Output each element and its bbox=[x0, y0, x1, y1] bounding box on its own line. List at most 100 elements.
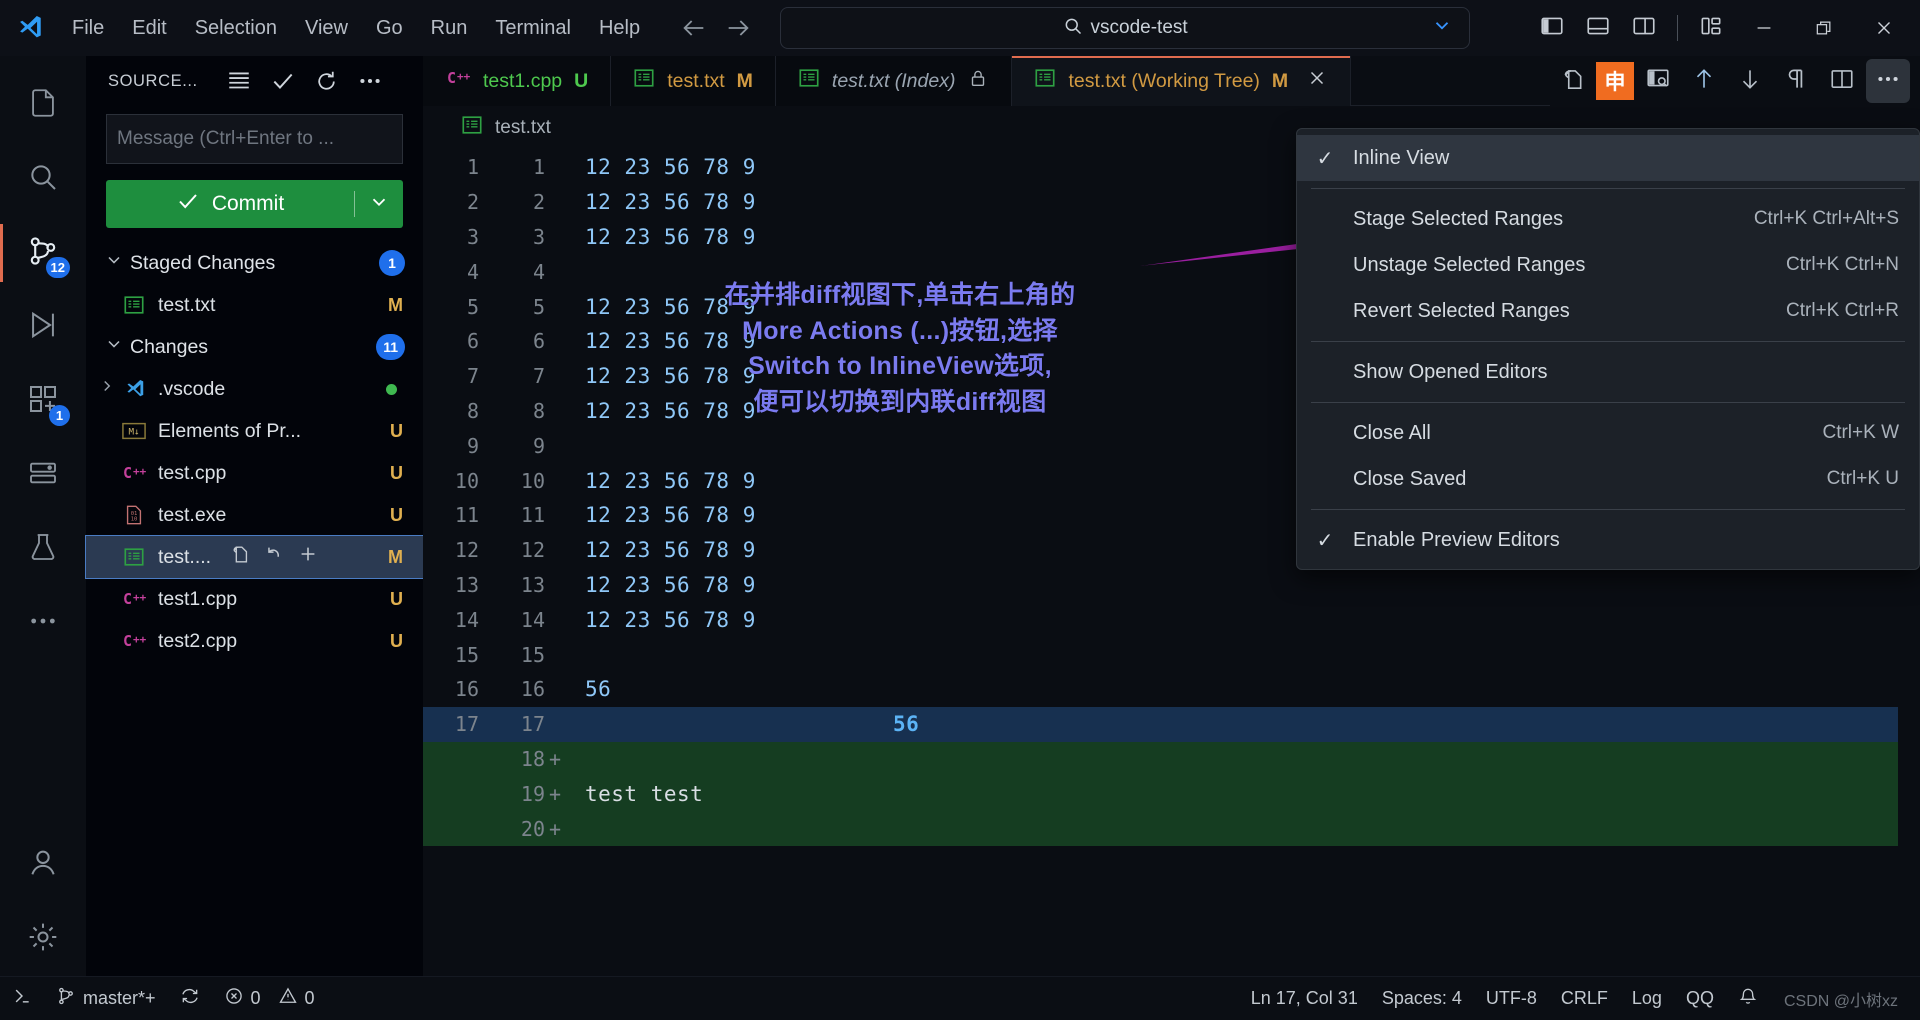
encoding-setting[interactable]: UTF-8 bbox=[1474, 988, 1549, 1009]
diff-line[interactable]: 17 17 56 bbox=[423, 706, 1920, 742]
ellipsis-icon[interactable] bbox=[357, 68, 383, 94]
menu-selection[interactable]: Selection bbox=[181, 11, 291, 46]
split-editor-button[interactable] bbox=[1820, 59, 1864, 103]
commit-button[interactable]: Commit bbox=[106, 180, 403, 228]
text-file-icon bbox=[1034, 67, 1056, 95]
lock-icon[interactable] bbox=[967, 67, 989, 95]
remote-indicator[interactable] bbox=[0, 986, 44, 1011]
menu-item[interactable]: Unstage Selected Ranges Ctrl+K Ctrl+N bbox=[1297, 242, 1919, 288]
status-bar: master*+ 0 0 Ln 17, Col 31 Spaces: 4 UTF… bbox=[0, 976, 1920, 1020]
list-flat-icon[interactable] bbox=[226, 68, 252, 94]
menu-run[interactable]: Run bbox=[417, 11, 482, 46]
menu-item[interactable]: Revert Selected Ranges Ctrl+K Ctrl+R bbox=[1297, 288, 1919, 334]
menu-item[interactable]: ✓ Enable Preview Editors bbox=[1297, 517, 1919, 563]
next-change-button[interactable] bbox=[1728, 59, 1772, 103]
quick-input-search[interactable]: vscode-test bbox=[780, 7, 1471, 49]
menu-file[interactable]: File bbox=[58, 11, 118, 46]
menu-view[interactable]: View bbox=[291, 11, 362, 46]
sidebar-item-more-views[interactable] bbox=[0, 586, 86, 660]
sidebar-item-remote-explorer[interactable] bbox=[0, 438, 86, 512]
list-item[interactable]: 01 10 test.exe U bbox=[86, 494, 423, 536]
more-actions-button[interactable] bbox=[1866, 59, 1910, 103]
sidebar-item-explorer[interactable] bbox=[0, 68, 86, 142]
notifications-button[interactable] bbox=[1726, 986, 1770, 1011]
cursor-position[interactable]: Ln 17, Col 31 bbox=[1239, 988, 1370, 1009]
tab-test1-cpp[interactable]: C ++ test1.cpp U bbox=[423, 56, 612, 106]
refresh-icon[interactable] bbox=[314, 69, 339, 94]
chevron-down-icon[interactable] bbox=[1431, 15, 1453, 42]
close-icon[interactable] bbox=[1306, 67, 1328, 95]
tab-test-txt-index[interactable]: test.txt (Index) bbox=[775, 56, 1013, 106]
accounts-button[interactable] bbox=[0, 828, 86, 902]
open-changes-button[interactable] bbox=[1550, 59, 1594, 103]
sidebar-item-source-control[interactable]: 12 bbox=[0, 216, 86, 290]
menu-item[interactable]: Close Saved Ctrl+K U bbox=[1297, 456, 1919, 502]
toggle-panel-button[interactable] bbox=[1575, 5, 1621, 51]
menu-item-label: Inline View bbox=[1353, 146, 1450, 169]
tab-test-txt[interactable]: test.txt M bbox=[611, 56, 776, 106]
manage-settings-button[interactable] bbox=[0, 902, 86, 976]
commit-message-input[interactable]: Message (Ctrl+Enter to ... bbox=[106, 114, 403, 164]
sidebar-item-test-explorer[interactable] bbox=[0, 512, 86, 586]
menu-help[interactable]: Help bbox=[585, 11, 654, 46]
list-item[interactable]: C ++ test2.cpp U bbox=[86, 620, 423, 662]
problems-indicator[interactable]: 0 0 bbox=[212, 986, 327, 1011]
arrow-left-icon[interactable] bbox=[680, 14, 708, 42]
ime-indicator[interactable]: 申 bbox=[1596, 62, 1634, 100]
line-number-modified: 8 bbox=[532, 398, 545, 423]
previous-change-button[interactable] bbox=[1682, 59, 1726, 103]
arrow-right-icon[interactable] bbox=[724, 14, 752, 42]
diff-line[interactable]: 16 16 56 bbox=[423, 672, 1920, 707]
language-mode[interactable]: Log bbox=[1620, 988, 1674, 1009]
sidebar-item-extensions[interactable]: 1 bbox=[0, 364, 86, 438]
diff-marker: + bbox=[549, 746, 562, 771]
diff-line[interactable]: 15 15 bbox=[423, 637, 1920, 672]
qq-status[interactable]: QQ bbox=[1674, 988, 1726, 1009]
sidebar-item-search[interactable] bbox=[0, 142, 86, 216]
diff-line[interactable]: 14 14 12 23 56 78 9 bbox=[423, 602, 1920, 637]
text-file-icon bbox=[633, 67, 655, 95]
open-file-icon[interactable] bbox=[229, 543, 251, 571]
restore-button[interactable] bbox=[1794, 0, 1854, 56]
list-item[interactable]: test.... M bbox=[85, 535, 424, 579]
close-button[interactable] bbox=[1854, 0, 1914, 56]
check-icon[interactable] bbox=[270, 68, 296, 94]
sidebar-item-run-and-debug[interactable] bbox=[0, 290, 86, 364]
list-item[interactable]: M↓ Elements of Pr... U bbox=[86, 410, 423, 452]
menu-terminal[interactable]: Terminal bbox=[481, 11, 585, 46]
eol-setting[interactable]: CRLF bbox=[1549, 988, 1620, 1009]
minimize-button[interactable] bbox=[1734, 0, 1794, 56]
menu-item[interactable]: Close All Ctrl+K W bbox=[1297, 410, 1919, 456]
sync-changes-button[interactable] bbox=[168, 986, 212, 1011]
indentation-setting[interactable]: Spaces: 4 bbox=[1370, 988, 1474, 1009]
commit-dropdown-button[interactable] bbox=[355, 180, 403, 228]
discard-icon[interactable] bbox=[263, 543, 285, 571]
menu-item-label: Show Opened Editors bbox=[1353, 360, 1548, 383]
menu-item[interactable]: Stage Selected Ranges Ctrl+K Ctrl+Alt+S bbox=[1297, 196, 1919, 242]
tab-test-txt-working-tree[interactable]: test.txt (Working Tree) M bbox=[1012, 56, 1352, 106]
toggle-whitespace-button[interactable] bbox=[1774, 59, 1818, 103]
menu-edit[interactable]: Edit bbox=[118, 11, 180, 46]
menu-item[interactable]: Show Opened Editors bbox=[1297, 349, 1919, 395]
branch-indicator[interactable]: master*+ bbox=[44, 986, 168, 1011]
list-item[interactable]: test.txt M bbox=[86, 284, 423, 326]
list-item[interactable]: C ++ test1.cpp U bbox=[86, 578, 423, 620]
toggle-primary-sidebar-button[interactable] bbox=[1529, 5, 1575, 51]
diff-line[interactable]: 18 + bbox=[423, 741, 1920, 777]
diff-line[interactable]: 13 13 12 23 56 78 9 bbox=[423, 568, 1920, 603]
toggle-secondary-sidebar-button[interactable] bbox=[1621, 5, 1667, 51]
group-staged-changes[interactable]: Staged Changes 1 bbox=[86, 242, 423, 284]
open-file-preview-button[interactable] bbox=[1636, 59, 1680, 103]
menu-go[interactable]: Go bbox=[362, 11, 417, 46]
group-changes[interactable]: Changes 11 bbox=[86, 326, 423, 368]
chevron-right-icon[interactable] bbox=[98, 377, 116, 401]
source-control-badge: 12 bbox=[45, 257, 70, 278]
list-item[interactable]: C ++ test.cpp U bbox=[86, 452, 423, 494]
customize-layout-button[interactable] bbox=[1688, 5, 1734, 51]
plus-icon[interactable] bbox=[297, 543, 319, 571]
list-item[interactable]: .vscode bbox=[86, 368, 423, 410]
diff-line[interactable]: 19 + test test bbox=[423, 776, 1920, 812]
diff-line[interactable]: 20 + bbox=[423, 811, 1920, 846]
changes-tree: Staged Changes 1 test.txt M Changes 11 .… bbox=[85, 242, 424, 662]
menu-item[interactable]: ✓ Inline View bbox=[1297, 135, 1919, 181]
